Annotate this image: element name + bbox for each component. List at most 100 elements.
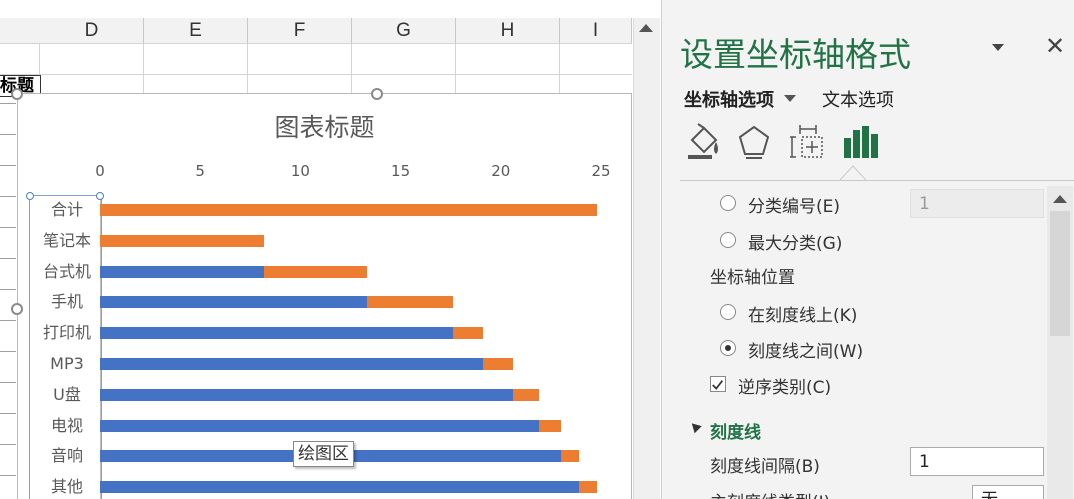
pane-divider — [680, 180, 1074, 181]
collapse-icon[interactable] — [688, 419, 702, 434]
pane-title: 设置坐标轴格式 — [680, 35, 911, 74]
category-number-label: 分类编号(E) — [748, 197, 841, 217]
effects-icon[interactable] — [734, 122, 774, 162]
bar-series-2[interactable] — [452, 327, 483, 340]
x-tick-label: 5 — [195, 162, 205, 180]
category-label[interactable]: U盘 — [28, 385, 106, 405]
tab-axis-options[interactable]: 坐标轴选项 — [684, 86, 774, 112]
x-tick-label: 0 — [95, 162, 105, 180]
bar-series-1[interactable] — [100, 481, 579, 494]
row-line — [0, 258, 16, 259]
chart-title[interactable]: 图表标题 — [18, 108, 631, 144]
radio-on-tick-marks[interactable] — [720, 304, 736, 320]
tab-text-options[interactable]: 文本选项 — [822, 86, 894, 112]
category-label[interactable]: 合计 — [28, 200, 106, 220]
sheet-vertical-scrollbar[interactable] — [633, 18, 660, 499]
bar-series-1[interactable] — [100, 296, 367, 309]
bar-series-1[interactable] — [100, 327, 453, 340]
scroll-up-arrow-icon[interactable] — [1053, 195, 1067, 203]
grid-column-line — [143, 43, 144, 93]
grid-column-line — [247, 43, 248, 93]
format-axis-pane[interactable]: 设置坐标轴格式 ✕ 坐标轴选项 文本选项 分类编号(E) 1 最大分类(G) 坐… — [661, 0, 1074, 499]
grid-column-line — [351, 43, 352, 93]
max-category-label: 最大分类(G) — [748, 234, 843, 254]
radio-max-category[interactable] — [720, 232, 736, 248]
bar-series-2[interactable] — [264, 265, 367, 278]
category-label[interactable]: 手机 — [28, 292, 106, 312]
column-header-g[interactable]: G — [352, 18, 456, 43]
row-line — [0, 134, 16, 135]
row-line — [0, 320, 16, 321]
pane-options-dropdown-icon[interactable] — [992, 44, 1004, 51]
column-header-f[interactable]: F — [248, 18, 352, 43]
reverse-order-checkbox[interactable] — [710, 376, 726, 392]
row-line — [0, 196, 16, 197]
close-icon[interactable]: ✕ — [1045, 32, 1065, 60]
category-label[interactable]: 其他 — [28, 477, 106, 497]
on-tick-marks-label: 在刻度线上(K) — [748, 306, 858, 326]
category-label[interactable]: 音响 — [28, 446, 106, 466]
row-line — [0, 351, 16, 352]
grid-row-line — [0, 74, 632, 75]
row-line — [0, 227, 16, 228]
column-header-h[interactable]: H — [456, 18, 560, 43]
tick-marks-heading[interactable]: 刻度线 — [710, 418, 761, 443]
axis-options-list[interactable]: 分类编号(E) 1 最大分类(G) 坐标轴位置 在刻度线上(K) 刻度线之间(W… — [662, 186, 1047, 499]
row-line — [0, 444, 16, 445]
x-tick-label: 15 — [391, 162, 411, 180]
chart-resize-handle-top-left[interactable] — [11, 88, 23, 100]
spreadsheet-area[interactable]: DEFGHI 标题 图表标题 0 5 10 15 20 25 合计 笔记本 台式机 手机 打印机 M… — [0, 0, 660, 499]
grid-row-line — [0, 43, 632, 44]
bar-series-2[interactable] — [100, 234, 265, 247]
between-tick-marks-label: 刻度线之间(W) — [748, 342, 864, 362]
row-line — [0, 289, 16, 290]
grid-column-line — [455, 43, 456, 93]
category-label[interactable]: 打印机 — [28, 323, 106, 343]
selection-handle[interactable] — [96, 192, 104, 200]
bar-series-1[interactable] — [100, 265, 265, 278]
chart-object[interactable]: 图表标题 0 5 10 15 20 25 合计 笔记本 台式机 手机 打印机 MP3 U盘 电视 音响 其他… — [17, 93, 632, 499]
axis-options-icon[interactable] — [840, 122, 880, 162]
column-header-i[interactable]: I — [560, 18, 632, 43]
column-header-e[interactable]: E — [144, 18, 248, 43]
chevron-down-icon[interactable] — [784, 95, 796, 102]
category-number-input[interactable]: 1 — [910, 189, 1044, 218]
bar-series-1[interactable] — [100, 358, 483, 370]
bar-series-1[interactable] — [100, 388, 513, 401]
column-header-row: DEFGHI — [0, 18, 632, 44]
selection-handle[interactable] — [26, 192, 34, 200]
tick-interval-input[interactable]: 1 — [910, 447, 1044, 476]
bar-series-2[interactable] — [100, 204, 597, 216]
size-properties-icon[interactable] — [788, 122, 828, 162]
bar-series-2[interactable] — [512, 388, 539, 401]
radio-category-number[interactable] — [720, 195, 736, 211]
bar-series-2[interactable] — [482, 358, 513, 370]
fill-line-icon[interactable] — [684, 122, 724, 162]
checkmark-icon — [712, 380, 724, 390]
chart-resize-handle-left[interactable] — [11, 303, 23, 315]
x-tick-label: 20 — [491, 162, 511, 180]
row-edge — [0, 43, 16, 499]
scroll-thumb[interactable] — [1050, 211, 1070, 336]
x-tick-label: 25 — [591, 162, 611, 180]
bar-series-2[interactable] — [578, 481, 597, 494]
category-label[interactable]: 电视 — [28, 416, 106, 436]
major-tick-type-label: 主刻度线类型(J) — [710, 488, 830, 499]
chart-resize-handle-top[interactable] — [371, 88, 383, 100]
major-tick-type-select[interactable]: 无 — [972, 485, 1044, 499]
bar-series-2[interactable] — [560, 450, 579, 463]
row-line — [0, 475, 16, 476]
radio-between-tick-marks[interactable] — [720, 340, 736, 356]
scroll-up-arrow-icon[interactable] — [639, 24, 653, 32]
pane-vertical-scrollbar[interactable] — [1047, 186, 1073, 499]
category-label[interactable]: 笔记本 — [28, 231, 106, 251]
axis-position-heading: 坐标轴位置 — [710, 268, 795, 288]
bar-series-2[interactable] — [366, 296, 453, 309]
bar-series-2[interactable] — [538, 419, 561, 432]
grid-column-line — [559, 43, 560, 93]
column-header-d[interactable]: D — [40, 18, 144, 43]
category-label[interactable]: 台式机 — [28, 262, 106, 282]
category-label[interactable]: MP3 — [28, 354, 106, 374]
bar-series-1[interactable] — [100, 419, 539, 432]
active-tab-indicator — [840, 165, 866, 180]
